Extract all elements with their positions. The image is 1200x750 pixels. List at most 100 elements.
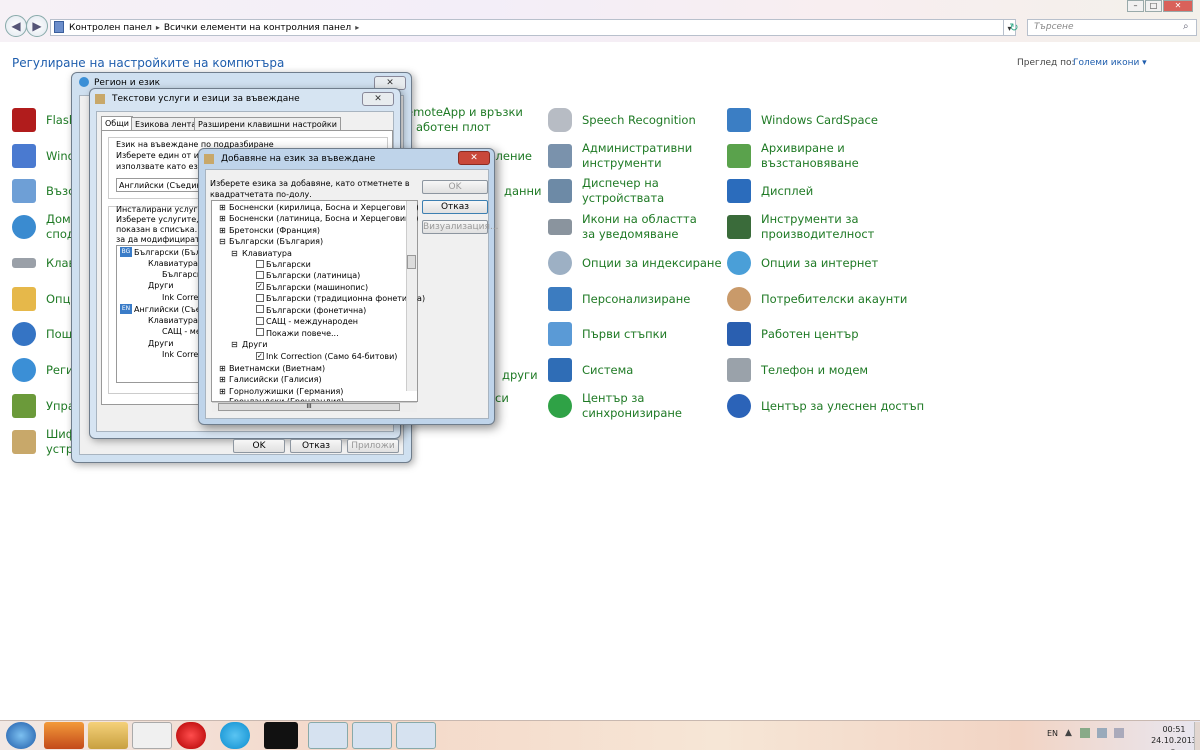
- breadcrumb-chevron-icon[interactable]: ▸: [351, 23, 363, 32]
- start-button[interactable]: [6, 722, 36, 749]
- close-button[interactable]: ✕: [1163, 0, 1193, 12]
- expand-icon[interactable]: ⊞: [219, 202, 226, 213]
- expand-icon[interactable]: ⊞: [219, 374, 226, 385]
- tab-language-bar[interactable]: Езикова лента: [131, 117, 201, 131]
- checkbox-bulgarian-typewriter-checked[interactable]: ✓: [256, 282, 264, 290]
- cp-item-speech[interactable]: Speech Recognition: [548, 103, 696, 137]
- tree-bg[interactable]: Български (Бълг: [134, 247, 205, 258]
- cp-item-personalize[interactable]: Персонализиране: [548, 282, 690, 316]
- cp-item-device-manager[interactable]: Диспечер на устройствата: [548, 174, 672, 208]
- control-panel-taskbar-icon[interactable]: [308, 722, 348, 749]
- cp-item-internet-options[interactable]: Опции за интернет: [727, 246, 878, 280]
- tree-bg-ink[interactable]: Ink Correc: [162, 292, 203, 303]
- tree-item-bulgarian[interactable]: Български (България): [229, 236, 323, 247]
- tree-item-bulgarian-kb[interactable]: Български: [266, 259, 311, 270]
- cp-item-display[interactable]: Дисплей: [727, 174, 813, 208]
- tree-item-greenlandic[interactable]: Гренландски (Гренландия): [229, 396, 344, 401]
- cp-item-mail[interactable]: Поща: [12, 317, 80, 351]
- tree-item-galician[interactable]: Галисийски (Галисия): [229, 374, 322, 385]
- expand-icon[interactable]: ⊞: [219, 386, 226, 397]
- tree-en[interactable]: Английски (Съед: [134, 304, 206, 315]
- cp-item-user-accounts[interactable]: Потребителски акаунти: [727, 282, 907, 316]
- collapse-icon[interactable]: ⊟: [231, 339, 238, 350]
- close-icon[interactable]: ✕: [458, 151, 490, 165]
- vertical-scroll-thumb[interactable]: [407, 255, 416, 269]
- default-lang-select[interactable]: Английски (Съедине: [116, 178, 207, 192]
- tree-item-vietnamese[interactable]: Виетнамски (Виетнам): [229, 363, 325, 374]
- app-icon[interactable]: [264, 722, 298, 749]
- opera-icon[interactable]: [176, 722, 206, 749]
- search-icon[interactable]: ⌕: [1183, 20, 1195, 34]
- cp-item-notification-icons[interactable]: Икони на областта за уведомяване: [548, 210, 712, 244]
- show-desktop-button[interactable]: [1194, 722, 1200, 750]
- tree-item-ink-correction[interactable]: Ink Correction (Само 64-битови): [266, 351, 397, 362]
- tray-chevron-icon[interactable]: ▲: [1065, 728, 1072, 738]
- add-lang-ok-button[interactable]: OK: [422, 180, 488, 194]
- expand-icon[interactable]: ⊞: [219, 225, 226, 236]
- region-cancel-button[interactable]: Отказ: [290, 439, 342, 453]
- region-taskbar-icon[interactable]: [352, 722, 392, 749]
- expand-icon[interactable]: ⊞: [219, 363, 226, 374]
- tree-item-bulgarian-trad-phonetic[interactable]: Български (традиционна фонетична): [266, 293, 425, 304]
- breadcrumb-chevron-icon[interactable]: ▸: [152, 23, 164, 32]
- horizontal-scroll-thumb[interactable]: III: [218, 403, 400, 411]
- tree-en-ink[interactable]: Ink Correc: [162, 349, 203, 360]
- close-icon[interactable]: ✕: [362, 92, 394, 106]
- refresh-icon[interactable]: ↻: [1006, 19, 1022, 36]
- text-services-taskbar-icon[interactable]: [396, 722, 436, 749]
- minimize-button[interactable]: –: [1127, 0, 1144, 12]
- tree-bg-keyboard-item[interactable]: Българск: [162, 269, 202, 280]
- cp-item-action-center[interactable]: Работен център: [727, 317, 859, 351]
- tree-item-show-more[interactable]: Покажи повече...: [266, 328, 339, 339]
- cp-item-performance[interactable]: Инструменти за производителност: [727, 210, 874, 244]
- add-lang-preview-button[interactable]: Визуализация...: [422, 220, 499, 234]
- address-seg-0[interactable]: Контролен панел: [69, 23, 152, 33]
- tree-item-other[interactable]: Други: [242, 339, 267, 350]
- search-input[interactable]: Търсене: [1027, 19, 1197, 36]
- checkbox-bulgarian-latin[interactable]: [256, 271, 264, 279]
- collapse-icon[interactable]: ⊟: [231, 248, 238, 259]
- maximize-button[interactable]: □: [1145, 0, 1162, 12]
- address-breadcrumb[interactable]: Контролен панел ▸ Всички елементи на контр…: [50, 19, 1016, 36]
- checkbox-show-more[interactable]: [256, 328, 264, 336]
- cp-item-cardspace[interactable]: Windows CardSpace: [727, 103, 878, 137]
- back-arrow-icon[interactable]: ◀: [5, 15, 27, 37]
- cp-item-sync-center[interactable]: Център за синхронизиране: [548, 389, 682, 423]
- explorer-folder-icon[interactable]: [88, 722, 128, 749]
- default-lang-value[interactable]: Английски (Съедине: [119, 180, 207, 191]
- view-by-dropdown[interactable]: Големи икони ▾: [1073, 58, 1147, 68]
- tree-en-keyboard[interactable]: Клавиатура: [148, 315, 198, 326]
- flag-tray-icon[interactable]: [1080, 728, 1090, 738]
- cp-item-indexing[interactable]: Опции за индексиране: [548, 246, 722, 280]
- tree-bg-other[interactable]: Други: [148, 280, 173, 291]
- view-by-value[interactable]: Големи икони: [1073, 58, 1139, 68]
- cp-item-remoteapp[interactable]: emoteApp и връзки с аботен плот: [406, 105, 526, 135]
- cp-item-flash[interactable]: Flash: [12, 103, 76, 137]
- add-lang-cancel-button[interactable]: Отказ: [422, 200, 488, 214]
- tree-item-bulgarian-phonetic[interactable]: Български (фонетична): [266, 305, 366, 316]
- collapse-icon[interactable]: ⊟: [219, 236, 226, 247]
- tree-item-bosnian-cyr[interactable]: Босненски (кирилица, Босна и Херцеговина…: [229, 202, 419, 213]
- checkbox-bulgarian-phonetic[interactable]: [256, 305, 264, 313]
- cp-item-col2-partial-4[interactable]: други: [502, 368, 538, 382]
- cp-item-homegroup[interactable]: Дома спод: [12, 210, 80, 244]
- skype-icon[interactable]: [220, 722, 250, 749]
- cp-item-ease-of-access[interactable]: Център за улеснен достъп: [727, 389, 924, 423]
- cp-item-admin-tools[interactable]: Административни инструменти: [548, 139, 692, 173]
- forward-arrow-icon[interactable]: ▶: [26, 15, 48, 37]
- tree-item-keyboard[interactable]: Клавиатура: [242, 248, 292, 259]
- cp-item-backup[interactable]: Архивиране и възстановяване: [727, 139, 859, 173]
- region-ok-button[interactable]: OK: [233, 439, 285, 453]
- tab-general[interactable]: Общи: [101, 116, 133, 131]
- firefox-icon[interactable]: [44, 722, 84, 749]
- cp-item-getting-started[interactable]: Първи стъпки: [548, 317, 667, 351]
- network-tray-icon[interactable]: [1097, 728, 1107, 738]
- checkbox-ink-correction-checked[interactable]: ✓: [256, 352, 264, 360]
- language-indicator[interactable]: EN: [1047, 729, 1058, 738]
- media-player-icon[interactable]: [132, 722, 172, 749]
- address-seg-1[interactable]: Всички елементи на контролния панел: [164, 23, 351, 33]
- expand-icon[interactable]: ⊞: [219, 213, 226, 224]
- cp-item-encryption[interactable]: Шифр устро: [12, 425, 74, 459]
- tree-item-bulgarian-typewriter[interactable]: Български (машинопис): [266, 282, 368, 293]
- checkbox-us-intl[interactable]: [256, 317, 264, 325]
